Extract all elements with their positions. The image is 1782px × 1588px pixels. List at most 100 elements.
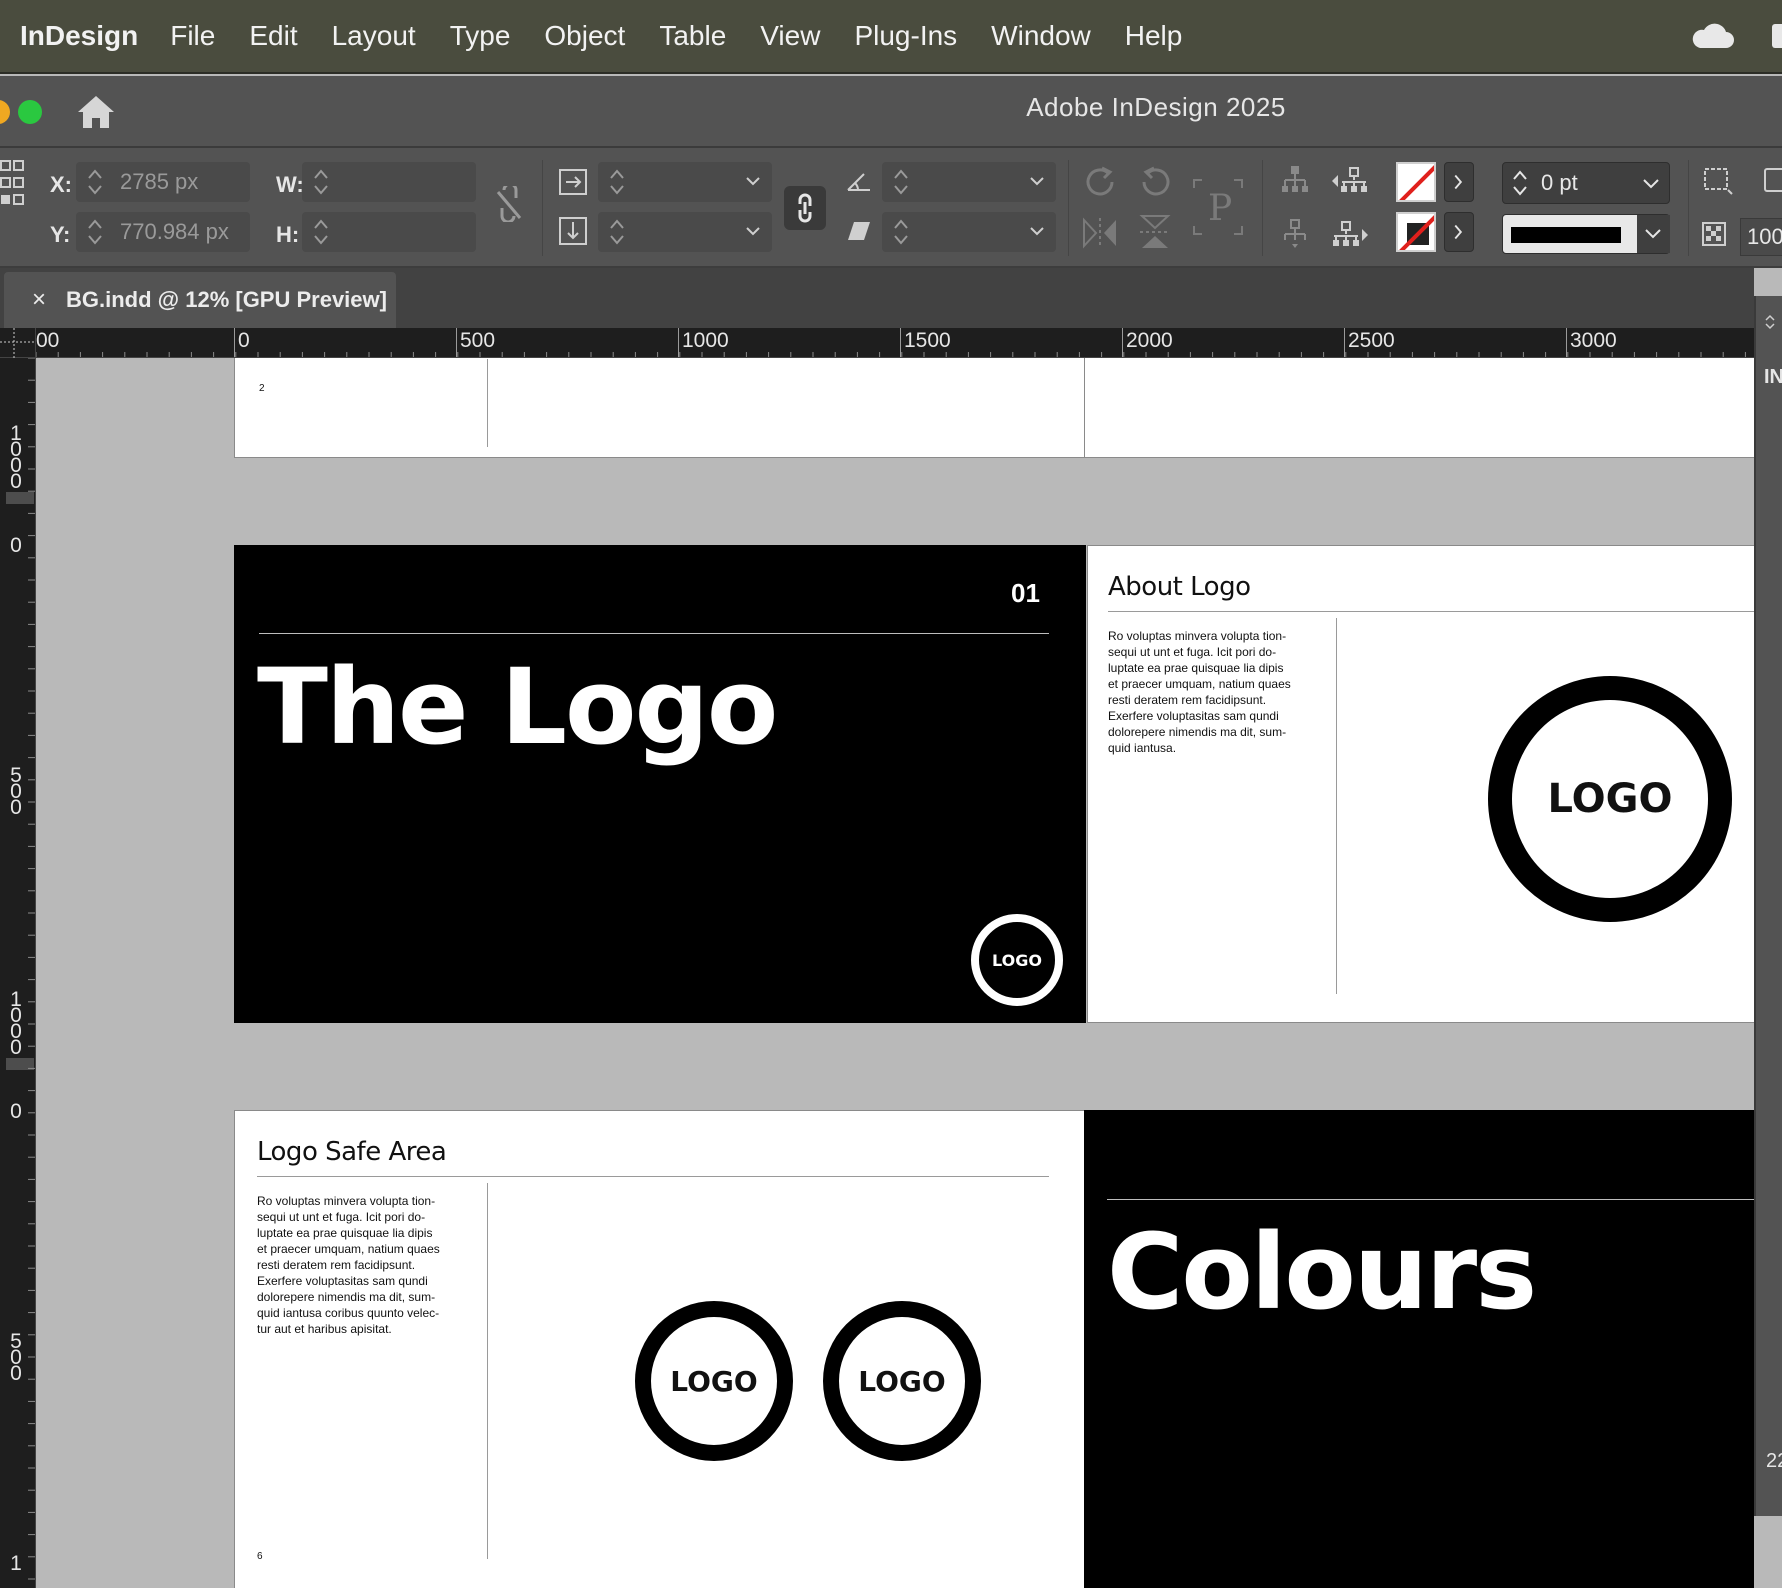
menu-type[interactable]: Type — [450, 20, 511, 52]
section-title: Colours — [1107, 1211, 1537, 1333]
select-previous-object-icon[interactable] — [1330, 164, 1370, 198]
panel-tab-label[interactable]: IN — [1764, 366, 1782, 389]
menu-object[interactable]: Object — [544, 20, 625, 52]
safe-area-heading: Logo Safe Area — [257, 1137, 447, 1167]
select-container-icon[interactable] — [1280, 164, 1310, 198]
select-content-icon[interactable] — [1280, 218, 1310, 252]
frame-shape-icon[interactable] — [1764, 168, 1782, 192]
ruler-minor-ticks — [36, 352, 1746, 357]
ruler-label: 500 — [10, 764, 22, 819]
chevron-down-icon[interactable] — [746, 176, 760, 186]
constrain-scale-button[interactable] — [784, 186, 826, 230]
pasteboard[interactable]: 2 01 The Logo LOGO About Logo Ro volupta… — [36, 358, 1754, 1588]
ruler-label: 1000 — [10, 988, 22, 1059]
about-heading: About Logo — [1108, 572, 1251, 602]
rotate-counterclockwise-icon[interactable] — [1138, 164, 1174, 200]
flip-horizontal-icon[interactable] — [1082, 216, 1118, 250]
document-tab-bar: × BG.indd @ 12% [GPU Preview] — [0, 268, 1754, 328]
w-label: W: — [276, 172, 304, 197]
chevron-down-icon[interactable] — [1030, 226, 1044, 236]
link-icon — [798, 193, 812, 223]
menu-bar: InDesign File Edit Layout Type Object Ta… — [0, 0, 1782, 74]
paragraph-icon[interactable]: P — [1192, 178, 1244, 236]
stroke-weight-value: 0 pt — [1541, 170, 1578, 195]
stepper-icon[interactable] — [86, 166, 104, 198]
app-menu[interactable]: InDesign — [20, 20, 138, 52]
y-position-field[interactable]: 770.984 px — [76, 212, 250, 252]
stroke-type-select[interactable] — [1502, 214, 1670, 254]
control-panel: X: Y: 2785 px 770.984 px W: H: P 0 pt — [0, 148, 1782, 268]
logo-safe-a: LOGO — [635, 1301, 793, 1461]
column-rule — [1336, 618, 1337, 994]
separator — [1262, 160, 1263, 256]
shear-select[interactable] — [882, 212, 1056, 252]
stepper-icon[interactable] — [312, 216, 330, 248]
collapsed-panel-dock[interactable]: IN 22 — [1754, 296, 1782, 1516]
stepper-icon[interactable] — [892, 166, 910, 198]
horizontal-ruler[interactable]: 00 0 500 1000 1500 2000 2500 3000 — [36, 328, 1754, 358]
select-next-object-icon[interactable] — [1330, 218, 1370, 252]
stepper-icon[interactable] — [312, 166, 330, 198]
chevron-down-icon[interactable] — [1643, 179, 1659, 189]
status-menu-icon[interactable] — [1772, 24, 1782, 48]
close-tab-icon[interactable]: × — [32, 272, 46, 328]
page-logo-safe-area[interactable]: Logo Safe Area Ro voluptas minvera volup… — [234, 1110, 1086, 1588]
page-colours[interactable]: Colours — [1084, 1110, 1754, 1588]
menu-window[interactable]: Window — [991, 20, 1091, 52]
menu-plug-ins[interactable]: Plug-Ins — [854, 20, 957, 52]
menu-file[interactable]: File — [170, 20, 215, 52]
fill-menu-button[interactable] — [1444, 162, 1474, 202]
creative-cloud-icon[interactable] — [1690, 22, 1734, 50]
rotation-select[interactable] — [882, 162, 1056, 202]
divider-line — [1107, 1199, 1754, 1200]
section-title: The Logo — [257, 646, 778, 768]
page-about-logo[interactable]: About Logo Ro voluptas minvera volupta t… — [1087, 545, 1754, 1023]
menu-help[interactable]: Help — [1125, 20, 1183, 52]
stepper-icon[interactable] — [608, 166, 626, 198]
stepper-icon[interactable] — [892, 216, 910, 248]
none-swatch-icon — [1399, 165, 1434, 200]
rotate-clockwise-icon[interactable] — [1082, 164, 1118, 200]
chevron-down-icon[interactable] — [746, 226, 760, 236]
menu-view[interactable]: View — [760, 20, 820, 52]
column-rule — [487, 359, 488, 447]
page-the-logo[interactable]: 01 The Logo LOGO — [234, 545, 1086, 1023]
logo-text: LOGO — [1547, 776, 1673, 822]
stroke-menu-button[interactable] — [1444, 212, 1474, 252]
chevron-down-icon[interactable] — [1030, 176, 1044, 186]
reference-point-icon[interactable] — [0, 160, 26, 206]
menu-layout[interactable]: Layout — [332, 20, 416, 52]
vertical-ruler[interactable]: 1000 0 500 1000 0 500 1 — [0, 358, 36, 1588]
window-title: Adobe InDesign 2025 — [1026, 92, 1286, 122]
collapse-panel-icon[interactable] — [1762, 312, 1778, 332]
scale-y-select[interactable] — [598, 212, 772, 252]
height-field[interactable] — [302, 212, 476, 252]
chevron-right-icon — [1454, 224, 1463, 240]
y-value: 770.984 px — [120, 219, 229, 244]
stepper-icon[interactable] — [1511, 167, 1529, 199]
column-rule — [487, 1183, 488, 1559]
frame-fitting-icon[interactable] — [1702, 166, 1734, 196]
stroke-weight-field[interactable]: 0 pt — [1502, 162, 1670, 204]
scale-x-select[interactable] — [598, 162, 772, 202]
stepper-icon[interactable] — [608, 216, 626, 248]
constrain-proportions-icon[interactable] — [494, 186, 524, 222]
page-3[interactable] — [1084, 358, 1754, 458]
stroke-type-dropdown[interactable] — [1637, 215, 1670, 253]
stroke-swatch[interactable] — [1396, 212, 1436, 252]
ruler-origin[interactable] — [0, 328, 36, 358]
fill-swatch[interactable] — [1396, 162, 1436, 202]
menu-edit[interactable]: Edit — [249, 20, 297, 52]
document-tab[interactable]: × BG.indd @ 12% [GPU Preview] — [4, 272, 396, 328]
ruler-label: 0 — [10, 534, 22, 557]
x-position-field[interactable]: 2785 px — [76, 162, 250, 202]
divider-line — [259, 633, 1049, 634]
opacity-field[interactable]: 100 — [1740, 218, 1782, 256]
menu-table[interactable]: Table — [659, 20, 726, 52]
stepper-icon[interactable] — [86, 216, 104, 248]
flip-vertical-icon[interactable] — [1138, 214, 1172, 250]
width-field[interactable] — [302, 162, 476, 202]
logo-small: LOGO — [971, 914, 1063, 1006]
page-2[interactable]: 2 — [234, 358, 1086, 458]
about-body: Ro voluptas minvera volupta tion- sequi … — [1108, 629, 1291, 755]
